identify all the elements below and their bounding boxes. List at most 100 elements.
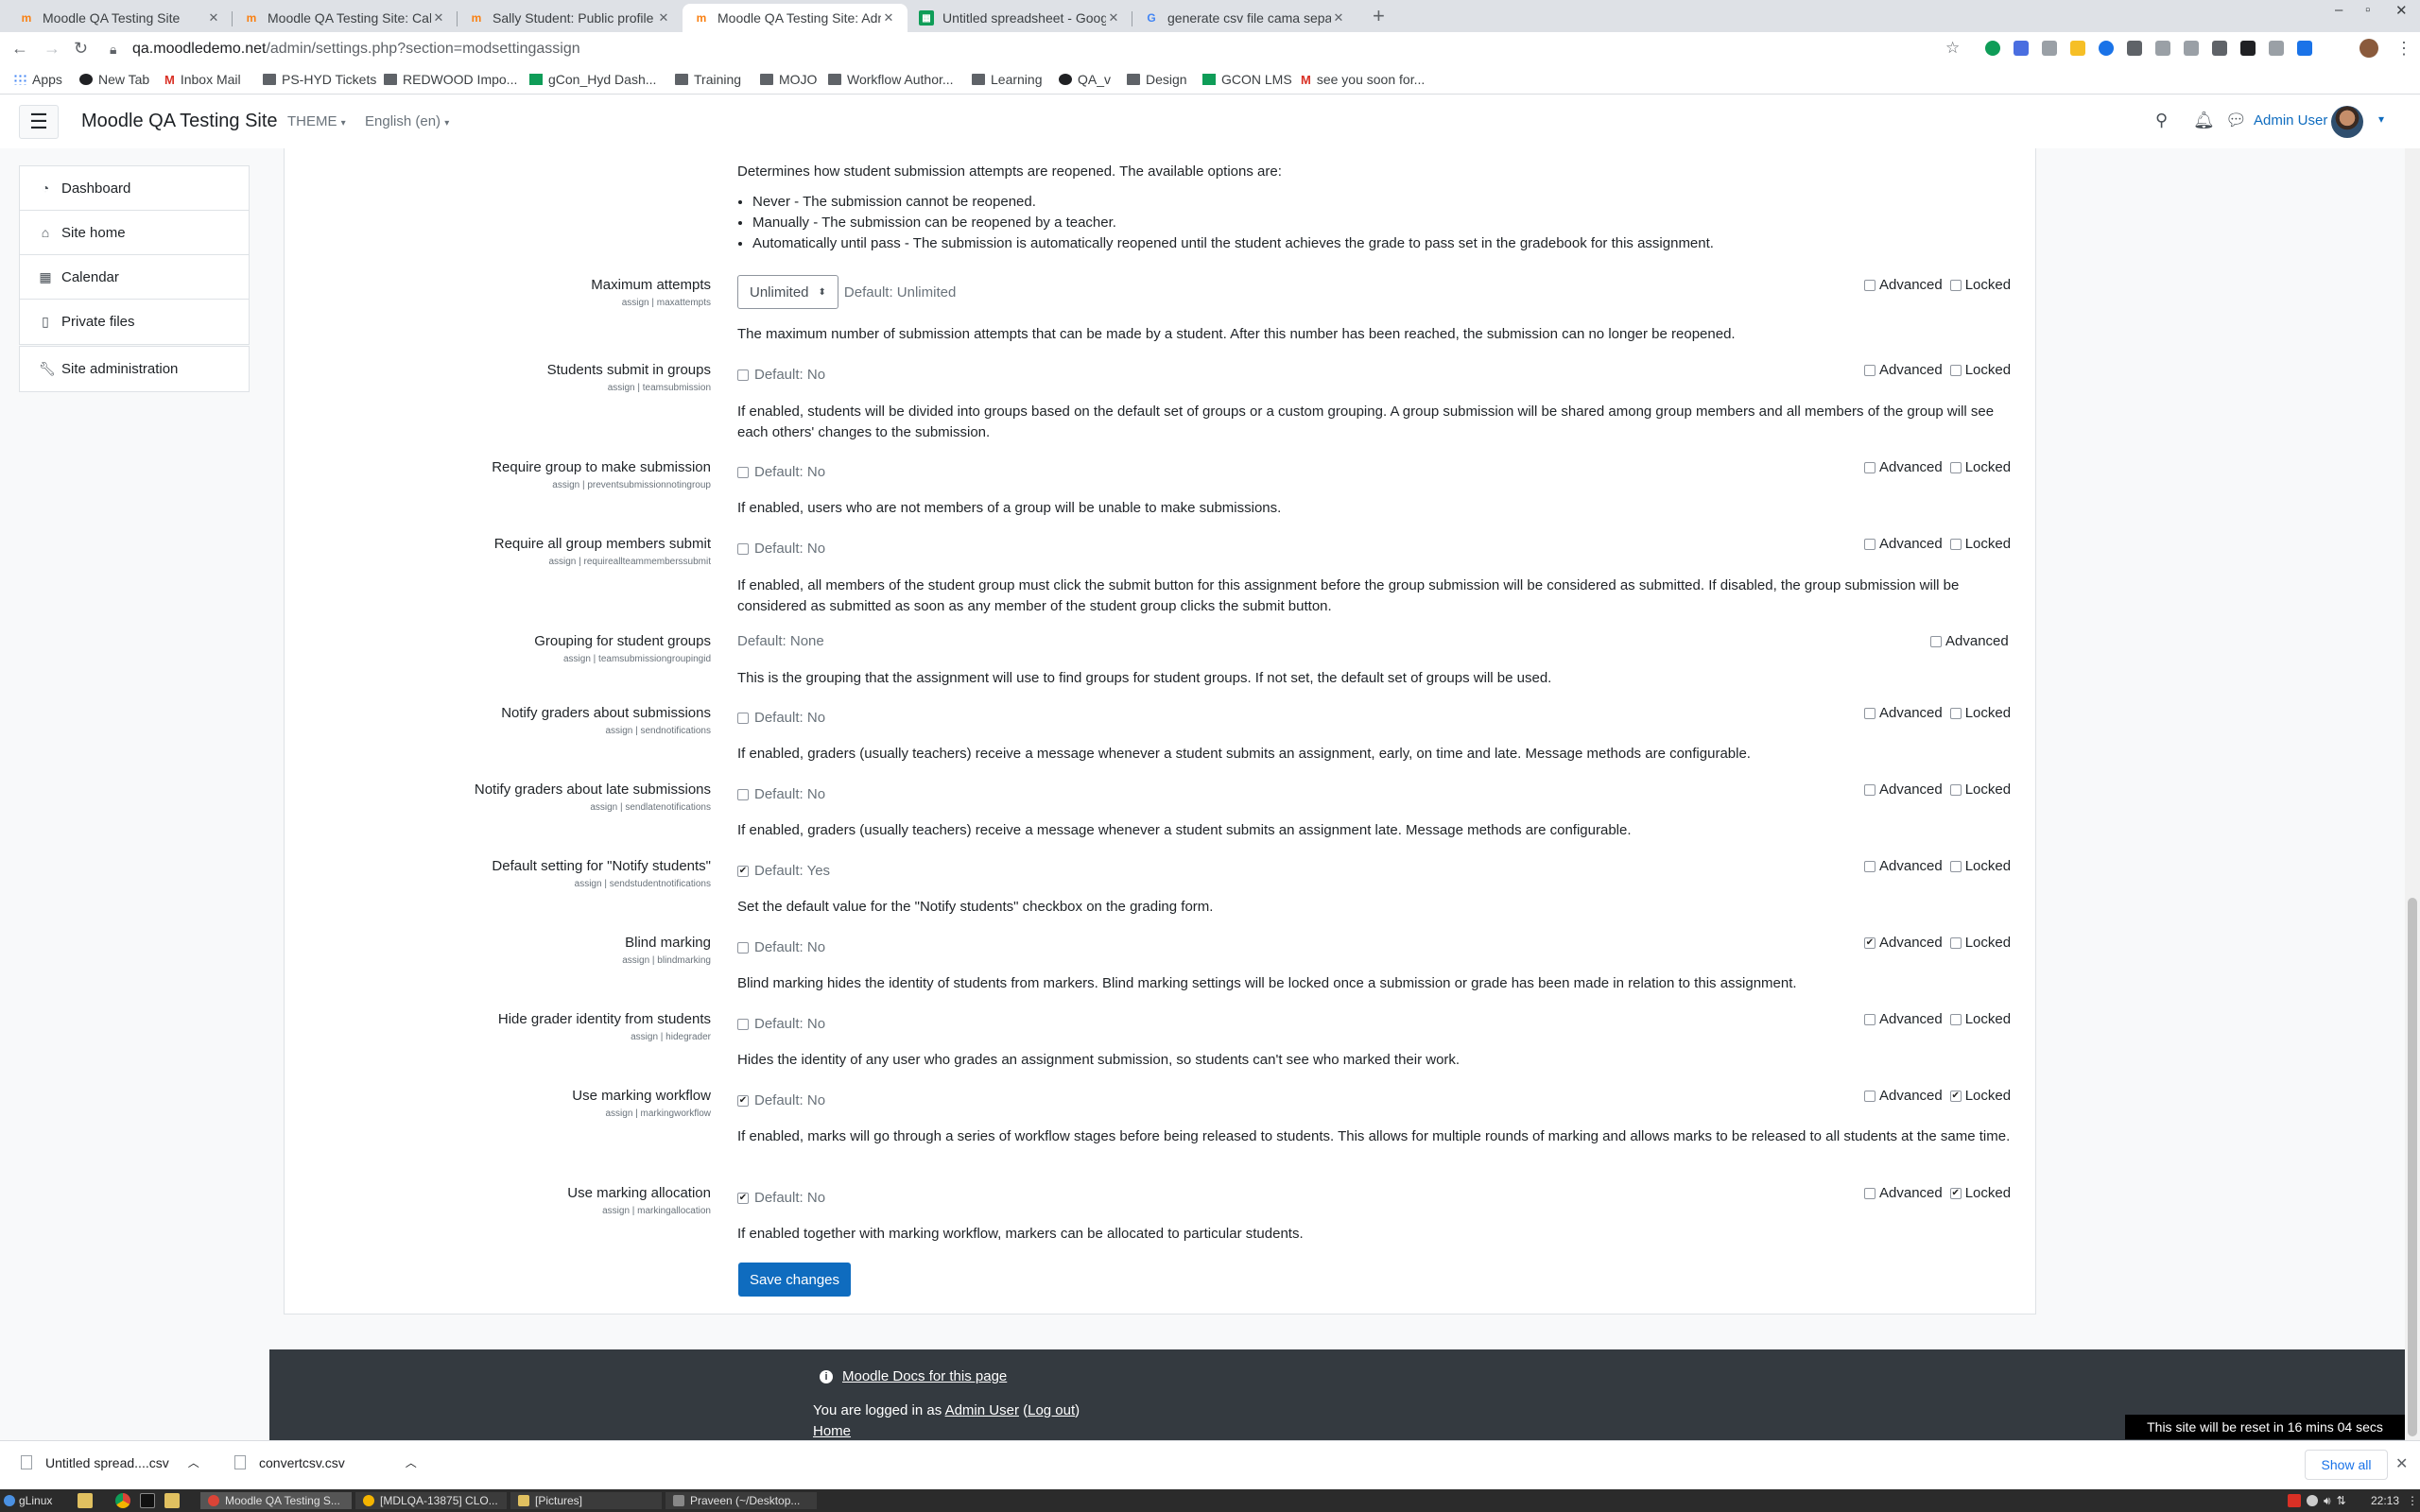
close-tab-icon[interactable]: ✕: [881, 10, 896, 26]
advanced-checkbox[interactable]: [1864, 279, 1876, 291]
locked-checkbox-checked[interactable]: ✔: [1949, 1187, 1962, 1199]
close-tab-icon[interactable]: ✕: [1331, 10, 1346, 26]
nav-item-calendar[interactable]: ▦ Calendar: [20, 255, 249, 300]
chevron-down-icon[interactable]: ▾: [2378, 112, 2384, 126]
nav-item-site-administration[interactable]: 🔧︎ Site administration: [20, 347, 249, 391]
locked-checkbox[interactable]: [1949, 860, 1962, 872]
start-menu-button[interactable]: gLinux: [4, 1492, 52, 1509]
extension-icon[interactable]: [2269, 41, 2284, 56]
taskbar-window[interactable]: Moodle QA Testing S...: [200, 1492, 352, 1509]
taskbar-window[interactable]: [MDLQA-13875] CLO...: [355, 1492, 507, 1509]
browser-tab[interactable]: m Moodle QA Testing Site: Calendar ✕: [233, 4, 458, 32]
bookmark-star-icon[interactable]: ☆: [1945, 39, 1960, 58]
extension-icon[interactable]: [2042, 41, 2057, 56]
bookmark-item[interactable]: GCON LMS: [1202, 72, 1292, 87]
advanced-checkbox[interactable]: [1864, 1187, 1876, 1199]
bookmark-item[interactable]: Training: [675, 72, 741, 87]
back-icon[interactable]: ←: [11, 39, 28, 59]
extension-icon[interactable]: [2184, 41, 2199, 56]
close-icon[interactable]: ✕: [2395, 1454, 2408, 1473]
bookmark-item[interactable]: Workflow Author...: [828, 72, 954, 87]
extension-icon[interactable]: [1985, 41, 2000, 56]
setting-checkbox[interactable]: [737, 369, 749, 381]
setting-checkbox-checked[interactable]: ✔: [737, 1094, 749, 1107]
advanced-checkbox[interactable]: [1864, 538, 1876, 550]
bookmark-item[interactable]: MOJO: [760, 72, 817, 87]
locked-checkbox[interactable]: [1949, 538, 1962, 550]
bookmark-item[interactable]: PS-HYD Tickets: [263, 72, 376, 87]
taskbar-window[interactable]: Praveen (~/Desktop...: [666, 1492, 817, 1509]
launcher-files[interactable]: [78, 1492, 93, 1509]
bookmark-item[interactable]: REDWOOD Impo...: [384, 72, 517, 87]
logout-link[interactable]: Log out: [1028, 1402, 1075, 1418]
download-item[interactable]: Untitled spread....csv ︿: [21, 1454, 199, 1470]
setting-checkbox[interactable]: [737, 466, 749, 478]
maximize-icon[interactable]: ▫: [2365, 2, 2370, 18]
bookmark-item[interactable]: Learning: [972, 72, 1043, 87]
download-item[interactable]: convertcsv.csv ︿: [234, 1454, 417, 1470]
moodle-docs-link[interactable]: Moodle Docs for this page: [842, 1368, 1007, 1384]
locked-checkbox[interactable]: [1949, 783, 1962, 796]
reload-icon[interactable]: ↻: [74, 39, 88, 59]
browser-menu-icon[interactable]: ⋮: [2395, 39, 2412, 59]
close-tab-icon[interactable]: ✕: [656, 10, 671, 26]
extension-icon[interactable]: [2127, 41, 2142, 56]
advanced-checkbox[interactable]: [1864, 364, 1876, 376]
bookmark-item[interactable]: gCon_Hyd Dash...: [529, 72, 656, 87]
setting-checkbox-checked[interactable]: ✔: [737, 865, 749, 877]
tray-menu-icon[interactable]: ⋮: [2407, 1492, 2418, 1509]
locked-checkbox[interactable]: [1949, 936, 1962, 949]
user-profile-link[interactable]: Admin User: [945, 1402, 1019, 1418]
bookmark-item[interactable]: QA_v: [1059, 72, 1111, 87]
bookmark-item[interactable]: New Tab: [79, 72, 149, 87]
advanced-checkbox[interactable]: [1930, 635, 1942, 647]
setting-checkbox[interactable]: [737, 712, 749, 724]
bookmark-item[interactable]: Msee you soon for...: [1301, 72, 1425, 87]
nav-item-private-files[interactable]: ▯ Private files: [20, 300, 249, 344]
drawer-toggle-button[interactable]: ☰: [19, 105, 59, 139]
setting-checkbox-checked[interactable]: ✔: [737, 1192, 749, 1204]
browser-tab[interactable]: m Sally Student: Public profile ✕: [458, 4, 683, 32]
setting-checkbox[interactable]: [737, 542, 749, 555]
launcher-terminal[interactable]: [140, 1492, 155, 1509]
chevron-up-icon[interactable]: ︿: [188, 1454, 199, 1470]
locked-checkbox[interactable]: [1949, 279, 1962, 291]
browser-tab[interactable]: ▦ Untitled spreadsheet - Google Sheets ✕: [908, 4, 1132, 32]
advanced-checkbox[interactable]: [1864, 1013, 1876, 1025]
locked-checkbox[interactable]: [1949, 707, 1962, 719]
advanced-checkbox[interactable]: [1864, 860, 1876, 872]
close-tab-icon[interactable]: ✕: [431, 10, 446, 26]
advanced-checkbox[interactable]: [1864, 461, 1876, 473]
close-tab-icon[interactable]: ✕: [1106, 10, 1121, 26]
tray-icons[interactable]: 🔊︎ ⇅: [2288, 1492, 2354, 1509]
launcher-folder[interactable]: [164, 1492, 180, 1509]
extension-icon[interactable]: [2099, 41, 2114, 56]
save-changes-button[interactable]: Save changes: [738, 1263, 851, 1297]
address-bar[interactable]: qa.moodledemo.net/admin/settings.php?sec…: [132, 41, 580, 58]
locked-checkbox-checked[interactable]: ✔: [1949, 1090, 1962, 1102]
browser-tab[interactable]: m Moodle QA Testing Site ✕: [8, 4, 233, 32]
locked-checkbox[interactable]: [1949, 364, 1962, 376]
close-tab-icon[interactable]: ✕: [206, 10, 221, 26]
close-window-icon[interactable]: ✕: [2395, 2, 2408, 19]
language-menu[interactable]: English (en) ▾: [365, 113, 449, 129]
browser-tab[interactable]: G generate csv file cama separated ✕: [1132, 4, 1357, 32]
chevron-up-icon[interactable]: ︿: [406, 1454, 417, 1470]
setting-checkbox[interactable]: [737, 788, 749, 800]
browser-tab-active[interactable]: m Moodle QA Testing Site: Administration…: [683, 4, 908, 32]
taskbar-window[interactable]: [Pictures]: [510, 1492, 662, 1509]
bookmark-item[interactable]: Design: [1127, 72, 1187, 87]
extension-icon[interactable]: [2070, 41, 2085, 56]
bookmark-apps[interactable]: Apps: [13, 72, 62, 87]
nav-item-dashboard[interactable]: ◔ Dashboard: [20, 166, 249, 211]
locked-checkbox[interactable]: [1949, 461, 1962, 473]
launcher-chrome[interactable]: [115, 1492, 130, 1509]
advanced-checkbox[interactable]: [1864, 707, 1876, 719]
advanced-checkbox[interactable]: [1864, 783, 1876, 796]
theme-menu[interactable]: THEME ▾: [287, 113, 346, 129]
advanced-checkbox[interactable]: [1864, 1090, 1876, 1102]
forward-icon[interactable]: →: [43, 39, 60, 59]
bookmark-item[interactable]: M Inbox Mail: [164, 72, 241, 87]
lock-icon[interactable]: 🔒︎: [110, 42, 116, 58]
clock[interactable]: 22:13: [2371, 1492, 2399, 1509]
